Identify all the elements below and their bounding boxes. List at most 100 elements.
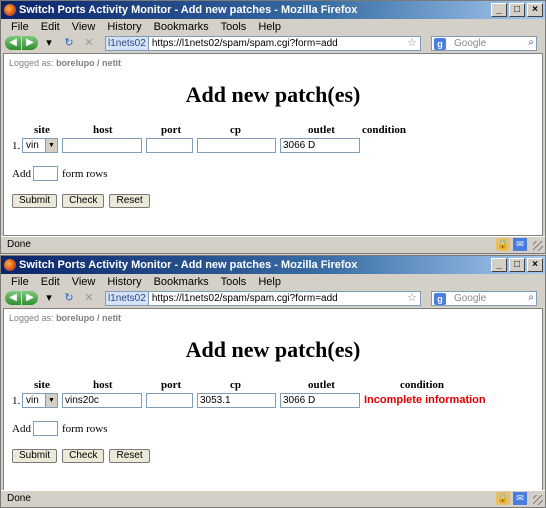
menu-edit[interactable]: Edit	[35, 19, 66, 35]
address-bar[interactable]: l1nets02 https://l1nets02/spam/spam.cgi?…	[105, 36, 421, 51]
chevron-down-icon[interactable]: ▼	[45, 394, 57, 407]
form-rows-label: form rows	[62, 168, 108, 180]
header-host: host	[93, 124, 113, 136]
menu-help[interactable]: Help	[252, 274, 287, 290]
header-host: host	[93, 379, 113, 391]
firefox-icon	[4, 259, 16, 271]
address-bar[interactable]: l1nets02 https://l1nets02/spam/spam.cgi?…	[105, 291, 421, 306]
header-outlet: outlet	[308, 379, 335, 391]
outlet-input[interactable]: 3066 D	[280, 138, 360, 153]
submit-button[interactable]: Submit	[12, 449, 58, 463]
menu-file[interactable]: File	[5, 19, 35, 35]
history-dropdown-icon[interactable]: ▾	[40, 36, 58, 50]
reload-icon[interactable]: ↻	[60, 291, 78, 305]
chevron-down-icon[interactable]: ▼	[45, 139, 57, 152]
forward-icon[interactable]: ▶	[22, 291, 38, 305]
extension-icon[interactable]: ✉	[513, 492, 527, 505]
host-input[interactable]: vins20c	[62, 393, 142, 408]
header-cp: cp	[230, 379, 241, 391]
header-outlet: outlet	[308, 124, 335, 136]
extension-icon[interactable]: ✉	[513, 238, 527, 251]
bookmark-star-icon[interactable]: ☆	[407, 36, 417, 49]
bookmark-star-icon[interactable]: ☆	[407, 291, 417, 304]
reset-button[interactable]: Reset	[109, 194, 150, 208]
host-input[interactable]	[62, 138, 142, 153]
search-box[interactable]: g Google ⌕	[431, 291, 537, 306]
search-icon[interactable]: ⌕	[528, 292, 534, 303]
menu-view[interactable]: View	[66, 19, 102, 35]
lock-icon[interactable]: 🔒	[496, 492, 510, 505]
maximize-button[interactable]: □	[509, 3, 525, 17]
menu-history[interactable]: History	[101, 19, 147, 35]
title-bar[interactable]: Switch Ports Activity Monitor - Add new …	[1, 1, 545, 19]
back-icon[interactable]: ◀	[5, 291, 21, 305]
logged-as-label: Logged as:	[9, 58, 54, 68]
site-identity[interactable]: l1nets02	[106, 292, 149, 305]
search-icon[interactable]: ⌕	[528, 37, 534, 48]
menu-history[interactable]: History	[101, 274, 147, 290]
page-content: Logged as: borelupo / netit Add new patc…	[3, 53, 543, 236]
menu-help[interactable]: Help	[252, 19, 287, 35]
navigation-toolbar: ◀ ▶ ▾ ↻ ✕ ⌂ l1nets02 https://l1nets02/sp…	[1, 290, 545, 306]
menu-view[interactable]: View	[66, 274, 102, 290]
search-placeholder: Google	[454, 293, 487, 304]
google-icon[interactable]: g	[434, 37, 446, 50]
url-text: https://l1nets02/spam/spam.cgi?form=add	[151, 293, 338, 304]
firefox-icon	[4, 4, 16, 16]
title-bar[interactable]: Switch Ports Activity Monitor - Add new …	[1, 256, 545, 274]
logged-as: Logged as: borelupo / netit	[9, 313, 121, 323]
submit-button[interactable]: Submit	[12, 194, 58, 208]
add-label: Add	[12, 168, 31, 180]
stop-icon[interactable]: ✕	[80, 36, 98, 50]
back-icon[interactable]: ◀	[5, 36, 21, 50]
condition-message: Incomplete information	[364, 394, 486, 406]
site-select[interactable]: vin ▼	[22, 393, 58, 408]
menu-file[interactable]: File	[5, 274, 35, 290]
menu-bookmarks[interactable]: Bookmarks	[148, 19, 215, 35]
stop-icon[interactable]: ✕	[80, 291, 98, 305]
cp-input[interactable]	[197, 138, 276, 153]
window-title: Switch Ports Activity Monitor - Add new …	[19, 259, 358, 271]
reset-button[interactable]: Reset	[109, 449, 150, 463]
browser-window-1: Switch Ports Activity Monitor - Add new …	[0, 0, 546, 254]
menu-tools[interactable]: Tools	[215, 19, 253, 35]
lock-icon[interactable]: 🔒	[496, 238, 510, 251]
page-title: Add new patch(es)	[185, 337, 361, 362]
menu-bookmarks[interactable]: Bookmarks	[148, 274, 215, 290]
status-text: Done	[7, 239, 31, 250]
site-select[interactable]: vin ▼	[22, 138, 58, 153]
search-placeholder: Google	[454, 38, 487, 49]
port-input[interactable]	[146, 393, 193, 408]
menu-edit[interactable]: Edit	[35, 274, 66, 290]
minimize-button[interactable]: _	[491, 258, 507, 272]
history-dropdown-icon[interactable]: ▾	[40, 291, 58, 305]
window-title: Switch Ports Activity Monitor - Add new …	[19, 4, 358, 16]
outlet-input[interactable]: 3066 D	[280, 393, 360, 408]
resize-grip-icon[interactable]	[533, 241, 543, 251]
forward-icon[interactable]: ▶	[22, 36, 38, 50]
menu-bar: File Edit View History Bookmarks Tools H…	[1, 274, 545, 290]
reload-icon[interactable]: ↻	[60, 36, 78, 50]
search-box[interactable]: g Google ⌕	[431, 36, 537, 51]
port-input[interactable]	[146, 138, 193, 153]
check-button[interactable]: Check	[62, 194, 105, 208]
status-bar: Done 🔒 ✉	[1, 490, 545, 507]
resize-grip-icon[interactable]	[533, 495, 543, 505]
page-content: Logged as: borelupo / netit Add new patc…	[3, 308, 543, 491]
close-button[interactable]: ×	[527, 3, 543, 17]
check-button[interactable]: Check	[62, 449, 105, 463]
minimize-button[interactable]: _	[491, 3, 507, 17]
maximize-button[interactable]: □	[509, 258, 525, 272]
site-identity[interactable]: l1nets02	[106, 37, 149, 50]
close-button[interactable]: ×	[527, 258, 543, 272]
add-label: Add	[12, 423, 31, 435]
header-site: site	[34, 124, 50, 136]
add-rows-input[interactable]	[33, 421, 58, 436]
cp-input[interactable]: 3053.1	[197, 393, 276, 408]
status-text: Done	[7, 493, 31, 504]
google-icon[interactable]: g	[434, 292, 446, 305]
header-site: site	[34, 379, 50, 391]
browser-window-2: Switch Ports Activity Monitor - Add new …	[0, 255, 546, 508]
menu-tools[interactable]: Tools	[215, 274, 253, 290]
add-rows-input[interactable]	[33, 166, 58, 181]
